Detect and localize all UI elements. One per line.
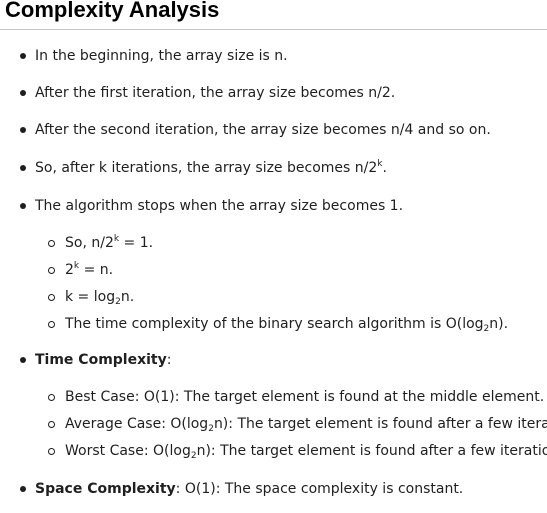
sub-list-item: The time complexity of the binary search… [65, 316, 509, 334]
bullet-disc [20, 165, 26, 171]
bullet-circle [48, 321, 55, 328]
bullet-circle [48, 448, 55, 455]
bullet-circle [48, 394, 55, 401]
bullet-disc [20, 90, 26, 96]
bullet-circle [48, 421, 55, 428]
list-item-time-complexity: Time Complexity: [35, 352, 172, 368]
list-item: After the second iteration, the array si… [35, 122, 491, 138]
space-complexity-label: Space Complexity [35, 481, 176, 497]
list-item: After the first iteration, the array siz… [35, 85, 396, 101]
list-item-space-complexity: Space Complexity: O(1): The space comple… [35, 481, 464, 497]
bullet-circle [48, 267, 55, 274]
sub-list-item: 2k = n. [65, 261, 114, 279]
list-item: In the beginning, the array size is n. [35, 48, 288, 64]
bullet-circle [48, 294, 55, 301]
sub-list-item: k = log2n. [65, 289, 135, 307]
bullet-disc [20, 203, 26, 209]
bullet-disc [20, 357, 26, 363]
bullet-disc [20, 127, 26, 133]
heading-divider [0, 29, 547, 30]
list-item: So, after k iterations, the array size b… [35, 159, 387, 177]
bullet-circle [48, 240, 55, 247]
sub-list-item: So, n/2k = 1. [65, 234, 154, 252]
section-heading: Complexity Analysis [5, 0, 220, 22]
time-complexity-label: Time Complexity [35, 352, 167, 368]
sub-list-item-average-case: Average Case: O(log2n): The target eleme… [65, 416, 547, 434]
list-item: The algorithm stops when the array size … [35, 198, 404, 214]
sub-list-item-best-case: Best Case: O(1): The target element is f… [65, 389, 545, 405]
sub-list-item-worst-case: Worst Case: O(log2n): The target element… [65, 443, 547, 461]
bullet-disc [20, 53, 26, 59]
bullet-disc [20, 486, 26, 492]
document-page: Complexity Analysis In the beginning, th… [0, 0, 547, 513]
